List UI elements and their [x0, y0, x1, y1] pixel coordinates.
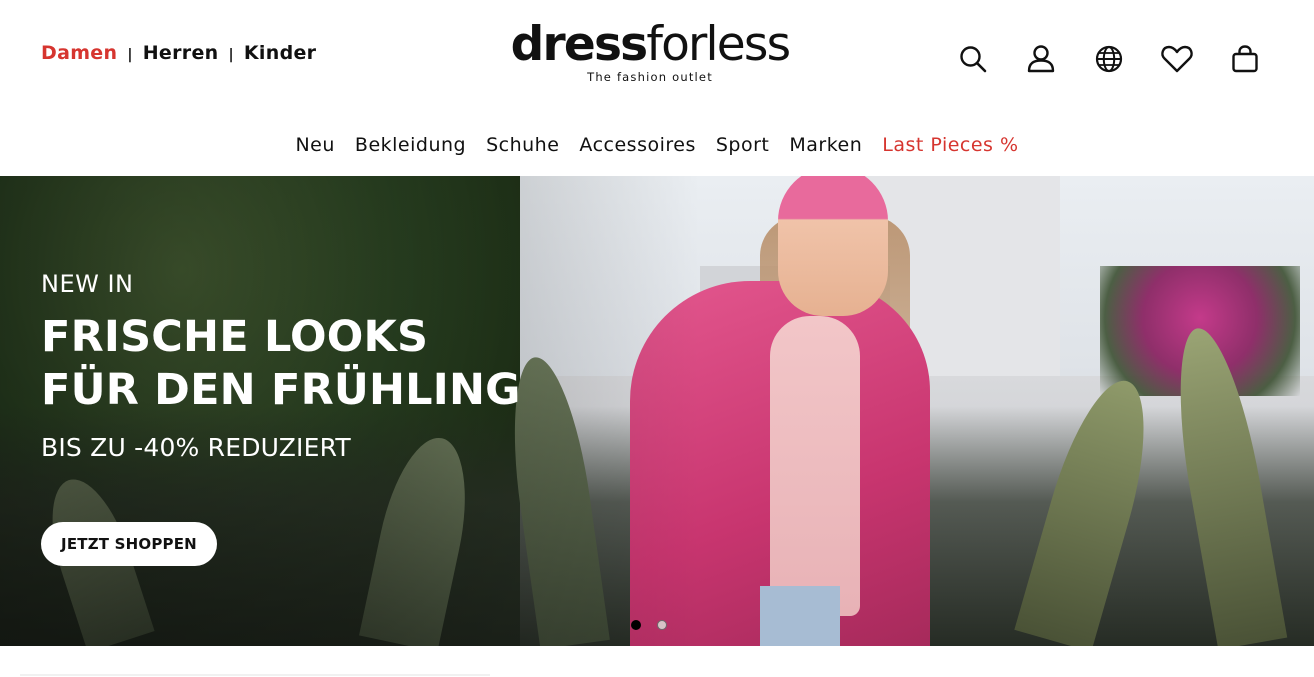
nav-item-accessoires[interactable]: Accessoires	[579, 134, 695, 156]
gender-separator: |	[127, 47, 133, 63]
site-header: Damen | Herren | Kinder dressforless The…	[0, 0, 1314, 176]
hero-headline-line1: FRISCHE LOOKS	[41, 312, 429, 362]
nav-item-last-pieces[interactable]: Last Pieces %	[882, 134, 1018, 156]
hero-subline: BIS ZU -40% REDUZIERT	[41, 433, 351, 462]
main-navigation: Neu Bekleidung Schuhe Accessoires Sport …	[0, 134, 1314, 156]
hero-copy: NEW IN FRISCHE LOOKS FÜR DEN FRÜHLING BI…	[41, 270, 521, 462]
logo-tagline: The fashion outlet	[587, 70, 713, 84]
gender-tab-damen[interactable]: Damen	[41, 42, 117, 64]
nav-item-sport[interactable]: Sport	[716, 134, 770, 156]
hero-headline: FRISCHE LOOKS FÜR DEN FRÜHLING	[41, 311, 521, 417]
hero-banner[interactable]: NEW IN FRISCHE LOOKS FÜR DEN FRÜHLING BI…	[0, 176, 1314, 646]
nav-item-bekleidung[interactable]: Bekleidung	[355, 134, 466, 156]
nav-item-marken[interactable]: Marken	[789, 134, 862, 156]
carousel-dot-active[interactable]	[631, 620, 641, 630]
gender-tab-herren[interactable]: Herren	[143, 42, 219, 64]
gender-separator: |	[228, 47, 234, 63]
site-logo[interactable]: dressforless The fashion outlet	[499, 18, 801, 85]
logo-wordmark-light: forless	[646, 17, 791, 72]
section-divider	[20, 674, 490, 676]
hero-image-model-head	[778, 176, 888, 316]
hero-image-model-sweater	[770, 316, 860, 616]
carousel-pagination	[631, 620, 683, 630]
wishlist-icon[interactable]	[1160, 42, 1194, 76]
cart-icon[interactable]	[1228, 42, 1262, 76]
account-icon[interactable]	[1024, 42, 1058, 76]
language-icon[interactable]	[1092, 42, 1126, 76]
nav-item-neu[interactable]: Neu	[295, 134, 334, 156]
content-below-fold	[0, 646, 1314, 677]
hero-headline-line2: FÜR DEN FRÜHLING	[41, 365, 521, 415]
hero-image-model-jeans	[760, 586, 840, 646]
gender-switch: Damen | Herren | Kinder	[41, 42, 316, 64]
logo-wordmark-bold: dress	[510, 17, 648, 72]
nav-item-schuhe[interactable]: Schuhe	[486, 134, 559, 156]
shop-now-button[interactable]: JETZT SHOPPEN	[41, 522, 217, 566]
carousel-dot[interactable]	[657, 620, 667, 630]
search-icon[interactable]	[956, 42, 990, 76]
gender-tab-kinder[interactable]: Kinder	[244, 42, 316, 64]
hero-kicker: NEW IN	[41, 270, 134, 298]
header-actions	[956, 42, 1262, 76]
logo-wordmark: dressforless	[499, 18, 801, 72]
